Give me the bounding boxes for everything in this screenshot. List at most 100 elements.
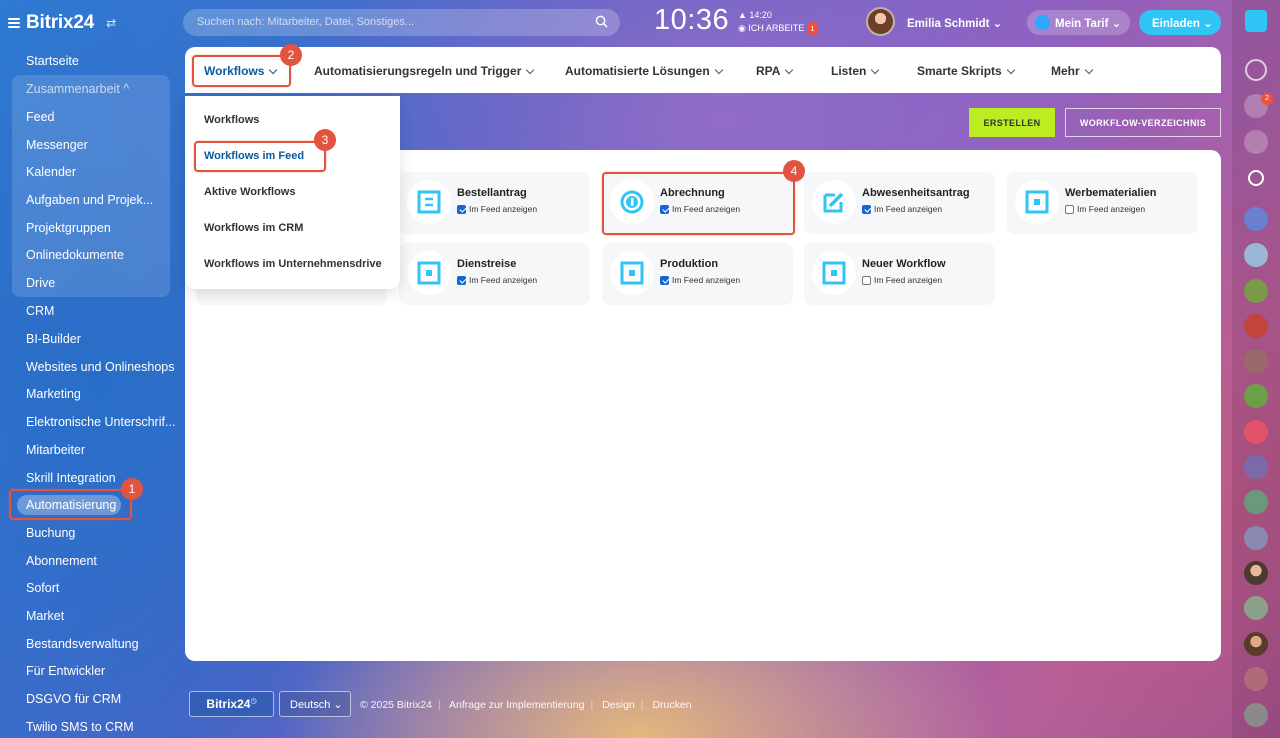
card-title: Abwesenheitsantrag (862, 187, 970, 199)
sidebar-item-bestandsverwaltung[interactable]: Bestandsverwaltung (26, 637, 139, 651)
lock-icon[interactable] (1244, 490, 1268, 514)
status-badge: 1 (807, 22, 818, 35)
sidebar-item-feed[interactable]: Feed (26, 110, 55, 124)
sidebar-item-mitarbeiter[interactable]: Mitarbeiter (26, 443, 85, 457)
lock-icon[interactable] (1244, 667, 1268, 691)
sidebar-item-crm[interactable]: CRM (26, 304, 54, 318)
workflow-card-produktion[interactable]: Produktion Im Feed anzeigen (602, 243, 793, 305)
sidebar-item-projektgruppen[interactable]: Projektgruppen (26, 221, 111, 235)
tarif-button[interactable]: Mein Tarif ⌄ (1027, 10, 1130, 35)
help-icon[interactable] (1245, 10, 1267, 32)
menu-item-workflows[interactable]: Workflows (204, 114, 259, 126)
lock-icon[interactable] (1244, 384, 1268, 408)
sidebar-item-market[interactable]: Market (26, 609, 64, 623)
sidebar-item-sofort[interactable]: Sofort (26, 581, 59, 595)
chat-icon[interactable] (1244, 130, 1268, 154)
menu-item-workflows-im-crm[interactable]: Workflows im CRM (204, 222, 303, 234)
feed-checkbox[interactable]: Im Feed anzeigen (862, 275, 942, 285)
lock-icon[interactable] (1244, 455, 1268, 479)
checkbox[interactable] (1065, 204, 1074, 214)
menu-item-workflows-im-drive[interactable]: Workflows im Unternehmensdrive (204, 258, 382, 270)
app-logo[interactable]: Bitrix24 (26, 12, 94, 34)
sidebar-item-aufgaben[interactable]: Aufgaben und Projek... (26, 193, 153, 207)
tab-smarte-skripts[interactable]: Smarte Skripts (917, 64, 1015, 78)
checkbox[interactable] (457, 275, 466, 285)
sidebar-item-startseite[interactable]: Startseite (26, 54, 79, 68)
checklist-icon[interactable] (1244, 596, 1268, 620)
avatar[interactable] (866, 7, 895, 36)
sidebar-item-kalender[interactable]: Kalender (26, 165, 76, 179)
tab-rpa[interactable]: RPA (756, 64, 794, 78)
footer-link-implementierung[interactable]: Anfrage zur Implementierung (449, 699, 584, 711)
feed-checkbox[interactable]: Im Feed anzeigen (1065, 204, 1145, 214)
left-sidebar: Bitrix24 ⇄ Startseite Zusammenarbeit ^ F… (0, 0, 180, 738)
work-status[interactable]: ▲ 14:20 ◉ ICH ARBEITE 1 (738, 9, 818, 35)
checkbox[interactable] (457, 204, 466, 214)
workflow-card-dienstreise[interactable]: Dienstreise Im Feed anzeigen (399, 243, 590, 305)
search-input[interactable]: Suchen nach: Mitarbeiter, Datei, Sonstig… (183, 9, 620, 36)
workflow-card-bestellantrag[interactable]: Bestellantrag Im Feed anzeigen (399, 172, 590, 234)
bookmark-icon[interactable] (1244, 207, 1268, 231)
step-marker: 4 (783, 160, 805, 182)
feed-checkbox[interactable]: Im Feed anzeigen (660, 275, 740, 285)
workflow-card-werbematerialien[interactable]: Werbematerialien Im Feed anzeigen (1007, 172, 1198, 234)
calendar-icon[interactable] (1244, 703, 1268, 727)
lock-icon[interactable] (1244, 279, 1268, 303)
sidebar-item-websites[interactable]: Websites und Onlineshops (26, 360, 174, 374)
sidebar-item-buchung[interactable]: Buchung (26, 526, 75, 540)
sidebar-item-unterschrift[interactable]: Elektronische Unterschrif... (26, 415, 175, 429)
language-select[interactable]: Deutsch ⌄ (279, 691, 351, 717)
sidebar-item-drive[interactable]: Drive (26, 276, 55, 290)
checkbox[interactable] (660, 275, 669, 285)
lock-icon[interactable] (1244, 349, 1268, 373)
feed-checkbox[interactable]: Im Feed anzeigen (457, 275, 537, 285)
sidebar-item-entwickler[interactable]: Für Entwickler (26, 664, 105, 678)
sidebar-item-abonnement[interactable]: Abonnement (26, 554, 97, 568)
menu-icon[interactable] (8, 18, 20, 28)
workflow-card-neuer-workflow[interactable]: Neuer Workflow Im Feed anzeigen (804, 243, 995, 305)
contact-avatar[interactable] (1244, 632, 1268, 656)
search-icon[interactable] (595, 15, 608, 28)
clock[interactable]: 10:36 (654, 4, 729, 37)
sidebar-item-bi-builder[interactable]: BI-Builder (26, 332, 81, 346)
contact-card-icon[interactable] (1244, 420, 1268, 444)
logo-row: Bitrix24 ⇄ (8, 12, 116, 34)
tab-mehr[interactable]: Mehr (1051, 64, 1093, 78)
workflow-directory-button[interactable]: WORKFLOW-VERZEICHNIS (1065, 108, 1221, 137)
contact-avatar[interactable] (1244, 561, 1268, 585)
users-icon[interactable] (1244, 526, 1268, 550)
feed-checkbox[interactable]: Im Feed anzeigen (457, 204, 537, 214)
sidebar-item-messenger[interactable]: Messenger (26, 138, 88, 152)
footer-logo[interactable]: Bitrix24◷ (189, 691, 274, 717)
sidebar-item-skrill[interactable]: Skrill Integration (26, 471, 116, 485)
invite-button[interactable]: Einladen ⌄ (1139, 10, 1221, 35)
chevron-down-icon (1084, 65, 1093, 75)
lock-icon[interactable] (1244, 314, 1268, 338)
sidebar-item-zusammenarbeit[interactable]: Zusammenarbeit ^ (26, 82, 129, 96)
sidebar-item-dsgvo[interactable]: DSGVO für CRM (26, 692, 121, 706)
group-chat-icon[interactable] (1244, 243, 1268, 267)
notification-badge: 2 (1261, 93, 1273, 105)
chevron-down-icon (785, 65, 794, 75)
copilot-icon[interactable] (1245, 59, 1267, 81)
tab-automatisierte-loesungen[interactable]: Automatisierte Lösungen (565, 64, 723, 78)
create-button[interactable]: ERSTELLEN (969, 108, 1055, 137)
feed-checkbox[interactable]: Im Feed anzeigen (862, 204, 942, 214)
footer-link-drucken[interactable]: Drucken (652, 699, 691, 711)
menu-item-aktive-workflows[interactable]: Aktive Workflows (204, 186, 296, 198)
checkbox[interactable] (862, 204, 871, 214)
card-title: Dienstreise (457, 258, 517, 270)
pin-icon[interactable]: ⇄ (106, 16, 116, 30)
rail-search-icon[interactable] (1248, 170, 1264, 186)
user-menu[interactable]: Emilia Schmidt ⌄ (907, 16, 1002, 30)
sidebar-item-onlinedokumente[interactable]: Onlinedokumente (26, 248, 124, 262)
sidebar-item-twilio[interactable]: Twilio SMS to CRM (26, 720, 134, 734)
callout-highlight (194, 141, 326, 172)
checkbox[interactable] (862, 275, 871, 285)
tab-automatisierungsregeln[interactable]: Automatisierungsregeln und Trigger (314, 64, 535, 78)
sidebar-item-marketing[interactable]: Marketing (26, 387, 81, 401)
card-title: Werbematerialien (1065, 187, 1157, 199)
workflow-card-abwesenheitsantrag[interactable]: Abwesenheitsantrag Im Feed anzeigen (804, 172, 995, 234)
footer-link-design[interactable]: Design (602, 699, 635, 711)
tab-listen[interactable]: Listen (831, 64, 880, 78)
